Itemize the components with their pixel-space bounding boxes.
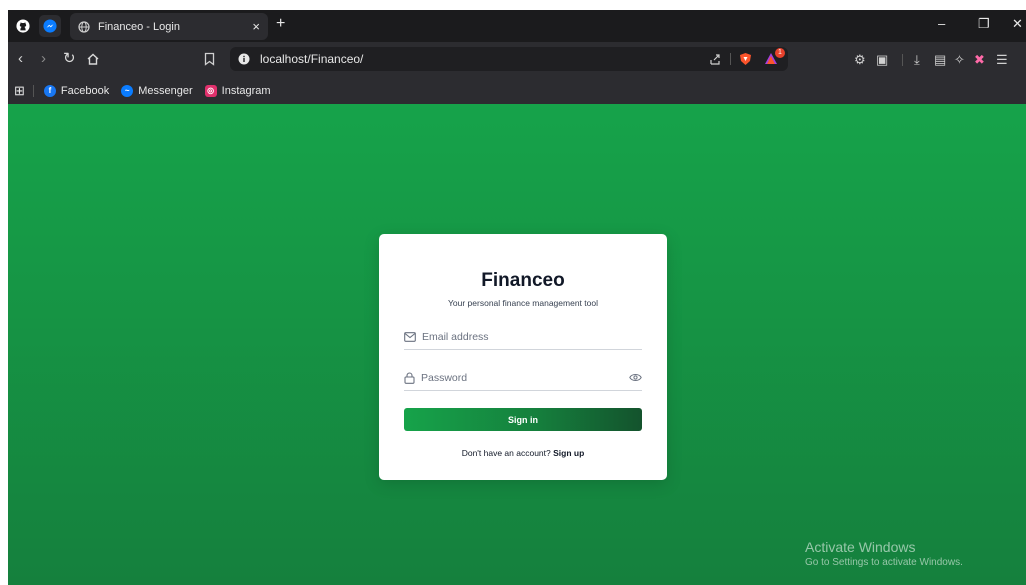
leo-ai-icon[interactable]: ✧: [954, 52, 965, 68]
reload-icon[interactable]: ↻: [63, 50, 76, 68]
lock-icon: [404, 371, 415, 384]
pinned-tab-github[interactable]: [12, 15, 34, 37]
bookmark-facebook[interactable]: f Facebook: [43, 84, 110, 97]
sign-up-link[interactable]: Sign up: [553, 448, 584, 458]
tab-close-icon[interactable]: ×: [252, 19, 260, 34]
instagram-icon: ◎: [204, 84, 217, 97]
bookmark-icon[interactable]: [204, 52, 215, 66]
wallet-icon[interactable]: ▤: [934, 52, 946, 68]
facebook-icon: f: [43, 84, 56, 97]
back-icon[interactable]: ‹: [18, 50, 23, 68]
bookmark-label: Facebook: [60, 84, 110, 97]
downloads-icon[interactable]: ⤓: [914, 52, 920, 68]
extensions-icon[interactable]: ⚙: [854, 52, 866, 68]
site-info-icon[interactable]: [238, 53, 250, 65]
bookmarks-bar: ⊞ f Facebook ~ Messenger ◎ Instagram: [8, 77, 1026, 104]
bookmark-label: Messenger: [138, 84, 193, 97]
signup-prompt: Don't have an account? Sign up: [404, 448, 642, 458]
brave-shield-icon[interactable]: [739, 52, 752, 66]
signup-prompt-text: Don't have an account?: [461, 448, 551, 458]
github-icon: [16, 19, 30, 33]
tab-strip: Financeo - Login × + – ❐ ✕: [8, 10, 1026, 42]
sidebar-icon[interactable]: ▣: [876, 52, 888, 68]
email-input[interactable]: [422, 330, 642, 343]
divider: [902, 54, 903, 66]
eye-icon[interactable]: [629, 373, 642, 382]
pinned-tab-messenger[interactable]: [39, 15, 61, 37]
bookmark-instagram[interactable]: ◎ Instagram: [204, 84, 271, 97]
globe-icon: [78, 20, 90, 33]
forward-icon[interactable]: ›: [41, 50, 46, 68]
close-window-icon[interactable]: ✕: [1012, 16, 1023, 32]
tab-title: Financeo - Login: [98, 20, 180, 33]
email-field[interactable]: [404, 324, 642, 350]
messenger-icon: [43, 19, 57, 33]
brand-title: Financeo: [481, 270, 565, 291]
watermark-subtitle: Go to Settings to activate Windows.: [805, 557, 963, 568]
bookmark-messenger[interactable]: ~ Messenger: [121, 84, 193, 97]
vpn-icon[interactable]: ✖: [974, 52, 985, 68]
browser-window: Financeo - Login × + – ❐ ✕ ‹ › ↻ localho…: [8, 10, 1026, 585]
brave-rewards-button[interactable]: 1: [764, 48, 785, 66]
new-tab-button[interactable]: +: [276, 15, 285, 33]
minimize-icon[interactable]: –: [938, 16, 945, 31]
password-input[interactable]: [421, 371, 629, 384]
password-field[interactable]: [404, 365, 642, 391]
address-bar[interactable]: localhost/Financeo/ 1: [230, 47, 788, 71]
sign-in-button[interactable]: Sign in: [404, 408, 642, 431]
restore-icon[interactable]: ❐: [978, 16, 990, 32]
activate-windows-watermark: Activate Windows Go to Settings to activ…: [805, 539, 963, 568]
divider: [730, 53, 731, 65]
rewards-badge: 1: [775, 48, 785, 58]
bookmark-label: Instagram: [221, 84, 271, 97]
menu-icon[interactable]: ☰: [996, 52, 1008, 68]
url-text: localhost/Financeo/: [260, 52, 364, 66]
page-content: Financeo Your personal finance managemen…: [8, 104, 1026, 585]
divider: [32, 84, 34, 97]
share-icon[interactable]: [709, 53, 722, 66]
messenger-icon: ~: [121, 84, 134, 97]
toolbar: ‹ › ↻ localhost/Financeo/ 1 ⚙ ▣ ⤓ ▤ ✧ ✖ …: [8, 42, 1026, 77]
tab-financeo-login[interactable]: Financeo - Login ×: [70, 13, 268, 40]
login-card: Financeo Your personal finance managemen…: [379, 234, 667, 480]
apps-icon[interactable]: ⊞: [14, 83, 25, 99]
watermark-title: Activate Windows: [805, 539, 916, 555]
tagline: Your personal finance management tool: [448, 298, 598, 308]
home-icon[interactable]: [86, 52, 100, 66]
mail-icon: [404, 331, 416, 342]
